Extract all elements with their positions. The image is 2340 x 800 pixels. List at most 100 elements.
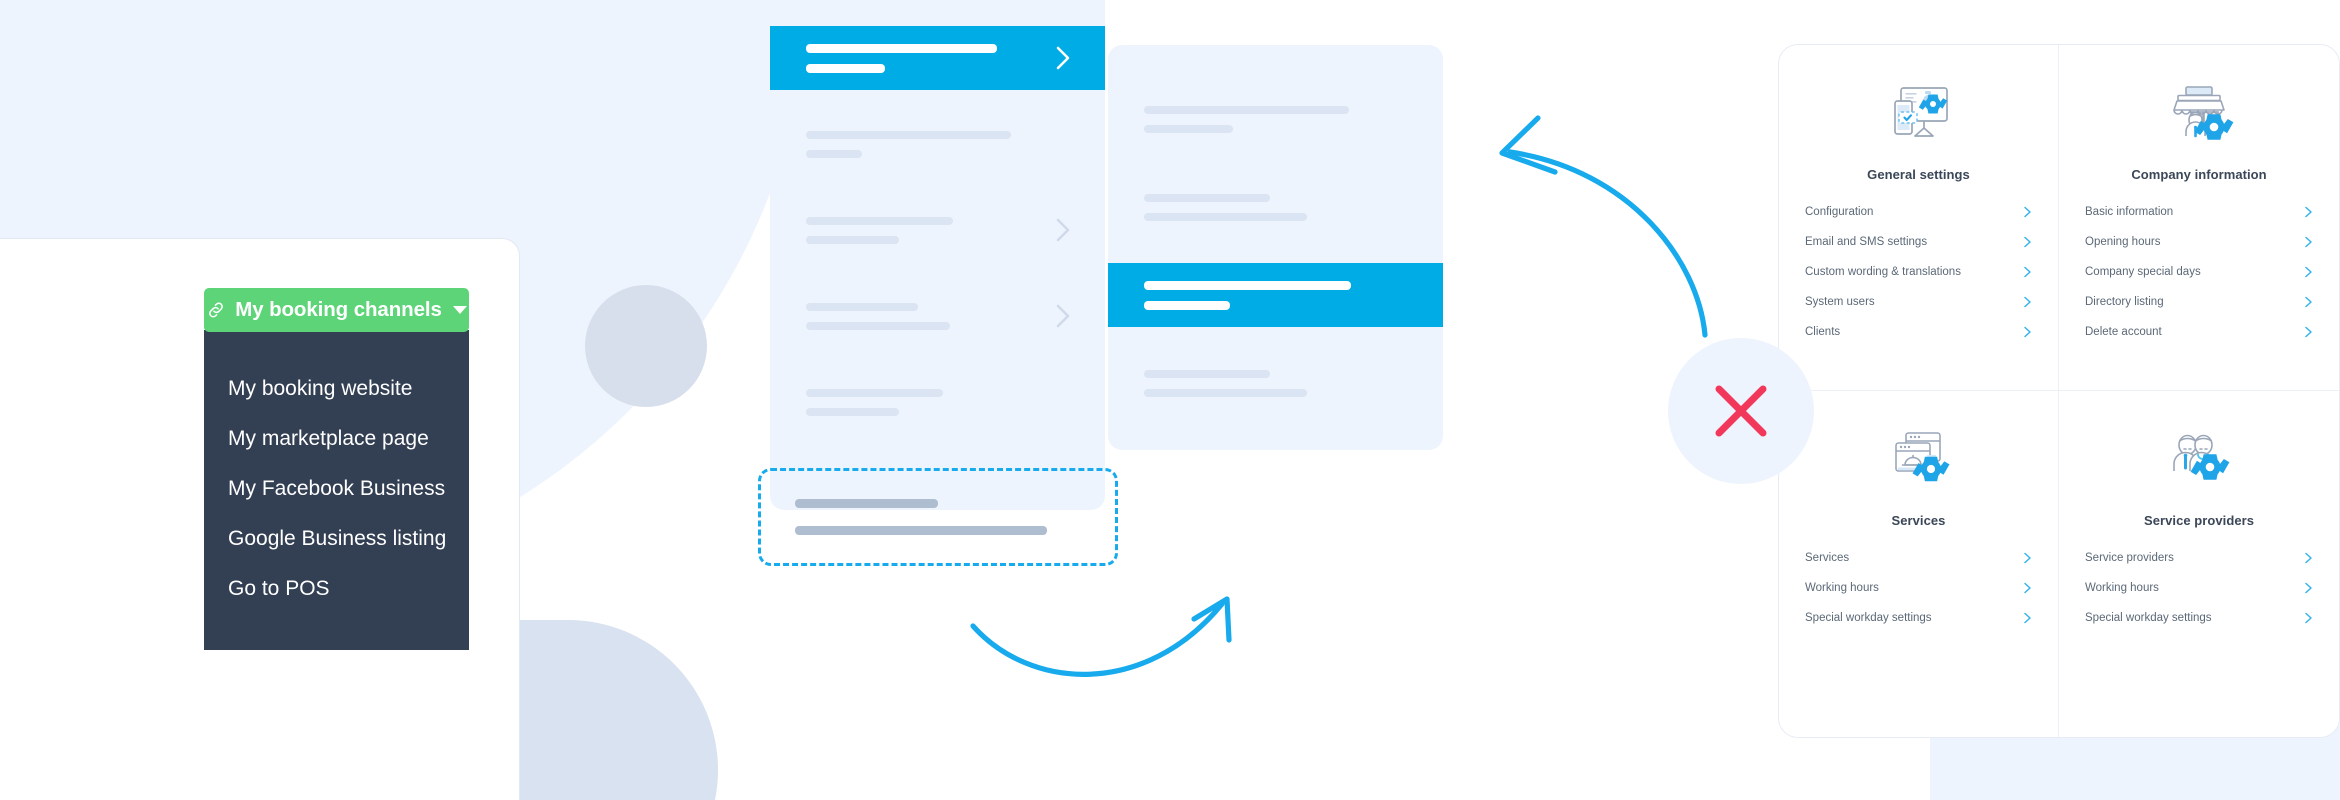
skeleton-text-lines bbox=[806, 216, 1039, 244]
skeleton-row-selected[interactable] bbox=[770, 26, 1105, 90]
settings-card-links: Basic information Opening hours Company … bbox=[2085, 202, 2313, 352]
settings-link-email-and-sms-settings[interactable]: Email and SMS settings bbox=[1805, 232, 2032, 252]
settings-link-basic-information[interactable]: Basic information bbox=[2085, 202, 2313, 222]
skeleton-bar bbox=[1144, 280, 1352, 290]
settings-link-special-workday-settings[interactable]: Special workday settings bbox=[1805, 608, 2032, 628]
skeleton-bar bbox=[806, 130, 1012, 139]
settings-link-label: Special workday settings bbox=[1805, 611, 1932, 624]
settings-link-delete-account[interactable]: Delete account bbox=[2085, 322, 2313, 342]
settings-link-service-providers[interactable]: Service providers bbox=[2085, 548, 2313, 568]
my-booking-channels-button[interactable]: My booking channels bbox=[204, 288, 469, 332]
chevron-placeholder bbox=[1391, 105, 1411, 133]
settings-panel: General settings Configuration Email and… bbox=[1778, 44, 2340, 738]
caret-down-icon bbox=[452, 306, 467, 314]
settings-link-directory-listing[interactable]: Directory listing bbox=[2085, 292, 2313, 312]
skeleton-bar bbox=[795, 499, 938, 508]
chevron-placeholder bbox=[1391, 281, 1411, 309]
skeleton-text-lines bbox=[806, 130, 1039, 158]
chevron-placeholder bbox=[1391, 193, 1411, 221]
settings-link-custom-wording-translations[interactable]: Custom wording & translations bbox=[1805, 262, 2032, 282]
settings-link-label: Opening hours bbox=[2085, 235, 2161, 248]
settings-link-label: System users bbox=[1805, 295, 1875, 308]
chevron-right-icon bbox=[2305, 206, 2312, 217]
skeleton-list-card-primary bbox=[770, 0, 1105, 510]
chevron-placeholder bbox=[1053, 130, 1073, 158]
skeleton-bar bbox=[806, 149, 862, 158]
skeleton-row[interactable] bbox=[770, 112, 1105, 176]
menu-item-google-business-listing[interactable]: Google Business listing bbox=[204, 514, 469, 564]
chevron-right-icon bbox=[2305, 236, 2312, 247]
settings-link-label: Basic information bbox=[2085, 205, 2174, 218]
settings-card-links: Services Working hours Special workday s… bbox=[1805, 548, 2032, 638]
skeleton-bar bbox=[1144, 388, 1308, 397]
settings-link-services[interactable]: Services bbox=[1805, 548, 2032, 568]
skeleton-bar bbox=[806, 302, 918, 311]
chevron-right-icon bbox=[2024, 326, 2031, 337]
settings-link-label: Clients bbox=[1805, 325, 1841, 338]
skeleton-bar bbox=[806, 407, 900, 416]
settings-card-services[interactable]: Services Services Working hours Special … bbox=[1779, 391, 2059, 737]
storefront-gear-icon bbox=[2162, 79, 2236, 153]
skeleton-text-lines bbox=[806, 302, 1039, 330]
booking-channels-dropdown-menu[interactable]: My booking website My marketplace page M… bbox=[204, 330, 469, 650]
background-circle-middle bbox=[585, 285, 707, 407]
chevron-right-icon bbox=[2305, 326, 2312, 337]
skeleton-bar bbox=[1144, 124, 1233, 133]
chevron-right-icon bbox=[2024, 236, 2031, 247]
settings-link-label: Configuration bbox=[1805, 205, 1874, 218]
settings-link-label: Working hours bbox=[1805, 581, 1879, 594]
settings-card-title: General settings bbox=[1867, 167, 1970, 182]
x-marker-badge bbox=[1668, 338, 1814, 484]
chevron-right-icon bbox=[2024, 582, 2031, 593]
settings-link-special-workday-settings[interactable]: Special workday settings bbox=[2085, 608, 2313, 628]
skeleton-row-drop-target[interactable] bbox=[758, 468, 1118, 566]
chevron-right-icon bbox=[2024, 296, 2031, 307]
skeleton-text-lines bbox=[1144, 105, 1377, 133]
skeleton-bar bbox=[806, 321, 951, 330]
settings-link-label: Custom wording & translations bbox=[1805, 265, 1961, 278]
chevron-right-icon bbox=[2305, 296, 2312, 307]
skeleton-row[interactable] bbox=[1108, 351, 1443, 415]
skeleton-bar bbox=[806, 216, 953, 225]
skeleton-row[interactable] bbox=[1108, 87, 1443, 151]
skeleton-list-card-secondary bbox=[1108, 45, 1443, 450]
skeleton-text-lines bbox=[1144, 193, 1377, 221]
menu-item-my-facebook-business[interactable]: My Facebook Business bbox=[204, 464, 469, 514]
chevron-right-icon bbox=[1056, 46, 1070, 70]
settings-card-general-settings[interactable]: General settings Configuration Email and… bbox=[1779, 45, 2059, 391]
chevron-right-icon bbox=[1056, 218, 1070, 242]
monitor-gear-icon bbox=[1882, 79, 1956, 153]
skeleton-row[interactable] bbox=[770, 370, 1105, 434]
skeleton-row[interactable] bbox=[770, 0, 1105, 4]
settings-card-company-information[interactable]: Company information Basic information Op… bbox=[2059, 45, 2339, 391]
skeleton-row[interactable] bbox=[1108, 175, 1443, 239]
settings-link-label: Company special days bbox=[2085, 265, 2201, 278]
skeleton-bar bbox=[806, 43, 998, 53]
settings-link-configuration[interactable]: Configuration bbox=[1805, 202, 2032, 222]
settings-link-working-hours[interactable]: Working hours bbox=[1805, 578, 2032, 598]
settings-card-service-providers[interactable]: Service providers Service providers Work… bbox=[2059, 391, 2339, 737]
settings-link-opening-hours[interactable]: Opening hours bbox=[2085, 232, 2313, 252]
settings-card-title: Service providers bbox=[2144, 513, 2254, 528]
settings-link-clients[interactable]: Clients bbox=[1805, 322, 2032, 342]
windows-tray-gear-icon bbox=[1882, 425, 1956, 499]
skeleton-row[interactable] bbox=[770, 284, 1105, 348]
chevron-right-icon bbox=[2024, 206, 2031, 217]
chevron-right-icon bbox=[2305, 552, 2312, 563]
two-people-gear-icon bbox=[2162, 425, 2236, 499]
skeleton-bar bbox=[1144, 300, 1231, 310]
menu-item-my-booking-website[interactable]: My booking website bbox=[204, 364, 469, 414]
menu-item-my-marketplace-page[interactable]: My marketplace page bbox=[204, 414, 469, 464]
settings-link-working-hours[interactable]: Working hours bbox=[2085, 578, 2313, 598]
skeleton-row[interactable] bbox=[770, 198, 1105, 262]
settings-link-system-users[interactable]: System users bbox=[1805, 292, 2032, 312]
settings-card-links: Service providers Working hours Special … bbox=[2085, 548, 2313, 638]
settings-link-company-special-days[interactable]: Company special days bbox=[2085, 262, 2313, 282]
skeleton-bar bbox=[1144, 212, 1308, 221]
chevron-placeholder bbox=[1053, 388, 1073, 416]
settings-link-label: Working hours bbox=[2085, 581, 2159, 594]
menu-item-go-to-pos[interactable]: Go to POS bbox=[204, 564, 469, 614]
settings-card-title: Company information bbox=[2131, 167, 2267, 182]
chevron-right-icon bbox=[2305, 582, 2312, 593]
skeleton-row-selected[interactable] bbox=[1108, 263, 1443, 327]
